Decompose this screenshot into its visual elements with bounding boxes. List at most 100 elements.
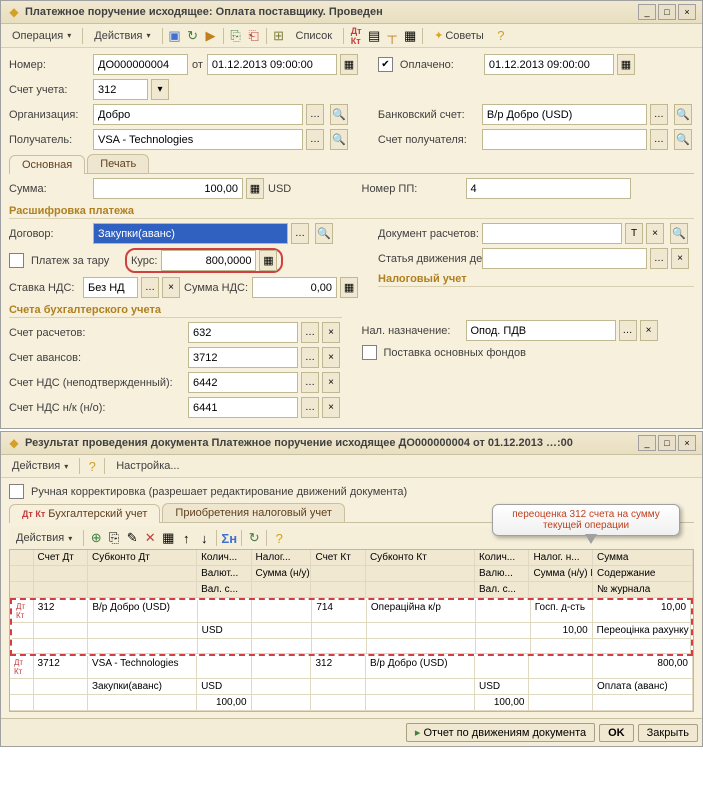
- result-help-icon[interactable]: ?: [84, 458, 100, 474]
- contract-lookup-icon[interactable]: 🔍: [315, 223, 333, 244]
- result-actions-menu[interactable]: Действия: [5, 457, 75, 475]
- save-grid-icon[interactable]: ▦: [160, 530, 176, 546]
- number-field[interactable]: ДО000000004: [93, 54, 188, 75]
- acc-vat-u-field[interactable]: 6442: [188, 372, 298, 393]
- rate-field[interactable]: 800,0000: [161, 250, 256, 271]
- copy-icon[interactable]: ⎘: [228, 28, 244, 44]
- post-icon[interactable]: ▶: [203, 28, 219, 44]
- result-minimize-button[interactable]: _: [638, 435, 656, 451]
- report-button[interactable]: ▸ Отчет по движениям документа: [406, 723, 595, 742]
- up-icon[interactable]: ↑: [178, 530, 194, 546]
- recipient-acc-select-button[interactable]: …: [650, 129, 668, 150]
- paste-icon[interactable]: ⎗: [246, 28, 262, 44]
- manual-checkbox[interactable]: [9, 484, 24, 499]
- acc-adv-select[interactable]: …: [301, 347, 319, 368]
- recipient-acc-lookup-icon[interactable]: 🔍: [674, 129, 692, 150]
- bank-field[interactable]: В/р Добро (USD): [482, 104, 647, 125]
- close-window-button[interactable]: Закрыть: [638, 724, 698, 742]
- vat-rate-field[interactable]: Без НД: [83, 277, 138, 298]
- recipient-select-button[interactable]: …: [306, 129, 324, 150]
- dtkt-icon[interactable]: ДтКт: [348, 28, 364, 44]
- table-row[interactable]: 100,00 100,00: [10, 695, 693, 711]
- sum-field[interactable]: 100,00: [93, 178, 243, 199]
- operation-menu[interactable]: Операция: [5, 27, 78, 45]
- vat-rate-clear[interactable]: ×: [162, 277, 180, 298]
- add-icon[interactable]: ⊕: [88, 530, 104, 546]
- acc-calc-select[interactable]: …: [301, 322, 319, 343]
- org-field[interactable]: Добро: [93, 104, 303, 125]
- vat-rate-select[interactable]: …: [141, 277, 159, 298]
- edit-icon[interactable]: ✎: [124, 530, 140, 546]
- paid-checkbox[interactable]: ✔: [378, 57, 393, 72]
- vat-calculator-icon[interactable]: ▦: [340, 277, 358, 298]
- pp-field[interactable]: 4: [466, 178, 631, 199]
- actions-menu[interactable]: Действия: [87, 27, 157, 45]
- table-row[interactable]: Закупки(аванс) USD USD Оплата (аванс): [10, 679, 693, 695]
- calendar-icon[interactable]: ▦: [340, 54, 358, 75]
- contract-select-button[interactable]: …: [291, 223, 309, 244]
- grid-help-icon[interactable]: ?: [271, 530, 287, 546]
- bank-lookup-icon[interactable]: 🔍: [674, 104, 692, 125]
- table-row[interactable]: ДтКт 312 В/р Добро (USD) 714 Операційна …: [12, 600, 691, 623]
- movement-select-button[interactable]: …: [650, 248, 668, 269]
- result-maximize-button[interactable]: □: [658, 435, 676, 451]
- tax-assign-select[interactable]: …: [619, 320, 637, 341]
- result-close-button[interactable]: ×: [678, 435, 696, 451]
- list-button[interactable]: Список: [289, 27, 340, 45]
- refresh-grid-icon[interactable]: ↻: [246, 530, 262, 546]
- copy-row-icon[interactable]: ⎘: [106, 530, 122, 546]
- report-icon[interactable]: ▤: [366, 28, 382, 44]
- settings-button[interactable]: Настройка...: [109, 457, 186, 475]
- table-row[interactable]: USD 10,00 Переоцінка рахунку: [12, 623, 691, 639]
- tab-print[interactable]: Печать: [87, 154, 149, 173]
- tax-assign-field[interactable]: Опод. ПДВ: [466, 320, 616, 341]
- acc-vat-nk-select[interactable]: …: [301, 397, 319, 418]
- close-button[interactable]: ×: [678, 4, 696, 20]
- table-row[interactable]: [12, 639, 691, 654]
- tab-accounting[interactable]: Дт Кт Бухгалтерский учет: [9, 504, 160, 523]
- minimize-button[interactable]: _: [638, 4, 656, 20]
- movement-clear-button[interactable]: ×: [671, 248, 689, 269]
- link-icon[interactable]: ▦: [402, 28, 418, 44]
- date-field[interactable]: 01.12.2013 09:00:00: [207, 54, 337, 75]
- movement-field[interactable]: [482, 248, 647, 269]
- paid-calendar-icon[interactable]: ▦: [617, 54, 635, 75]
- recipient-field[interactable]: VSA - Technologies: [93, 129, 303, 150]
- acc-vat-u-select[interactable]: …: [301, 372, 319, 393]
- structure-icon[interactable]: ┬: [384, 28, 400, 44]
- ok-button[interactable]: OK: [599, 724, 634, 742]
- tab-main[interactable]: Основная: [9, 155, 85, 174]
- save-icon[interactable]: ▣: [167, 28, 183, 44]
- tare-checkbox[interactable]: [9, 253, 24, 268]
- doc-calc-field[interactable]: [482, 223, 622, 244]
- acc-vat-nk-field[interactable]: 6441: [188, 397, 298, 418]
- tree-icon[interactable]: ⊞: [271, 28, 287, 44]
- inner-actions-menu[interactable]: Действия: [9, 529, 79, 547]
- accounting-grid[interactable]: Счет Дт Субконто Дт Колич... Налог... Сч…: [9, 549, 694, 712]
- doc-calc-lookup-icon[interactable]: 🔍: [670, 223, 688, 244]
- tab-tax[interactable]: Приобретения налоговый учет: [162, 503, 344, 522]
- tax-assign-clear[interactable]: ×: [640, 320, 658, 341]
- acc-calc-clear[interactable]: ×: [322, 322, 340, 343]
- org-lookup-icon[interactable]: 🔍: [330, 104, 348, 125]
- maximize-button[interactable]: □: [658, 4, 676, 20]
- sum-function-icon[interactable]: Σн: [221, 530, 237, 546]
- main-funds-checkbox[interactable]: [362, 345, 377, 360]
- contract-field[interactable]: Закупки(аванс): [93, 223, 288, 244]
- down-icon[interactable]: ↓: [196, 530, 212, 546]
- account-field[interactable]: 312: [93, 79, 148, 100]
- acc-vat-u-clear[interactable]: ×: [322, 372, 340, 393]
- refresh-icon[interactable]: ↻: [185, 28, 201, 44]
- paid-date-field[interactable]: 01.12.2013 09:00:00: [484, 54, 614, 75]
- calculator-icon[interactable]: ▦: [246, 178, 264, 199]
- advice-button[interactable]: ✦ Советы: [427, 26, 491, 45]
- delete-icon[interactable]: ✕: [142, 530, 158, 546]
- org-select-button[interactable]: …: [306, 104, 324, 125]
- help-icon[interactable]: ?: [493, 28, 509, 44]
- vat-sum-field[interactable]: 0,00: [252, 277, 337, 298]
- recipient-acc-field[interactable]: [482, 129, 647, 150]
- doc-calc-clear[interactable]: ×: [646, 223, 664, 244]
- rate-calculator-icon[interactable]: ▦: [259, 250, 277, 271]
- acc-adv-field[interactable]: 3712: [188, 347, 298, 368]
- bank-select-button[interactable]: …: [650, 104, 668, 125]
